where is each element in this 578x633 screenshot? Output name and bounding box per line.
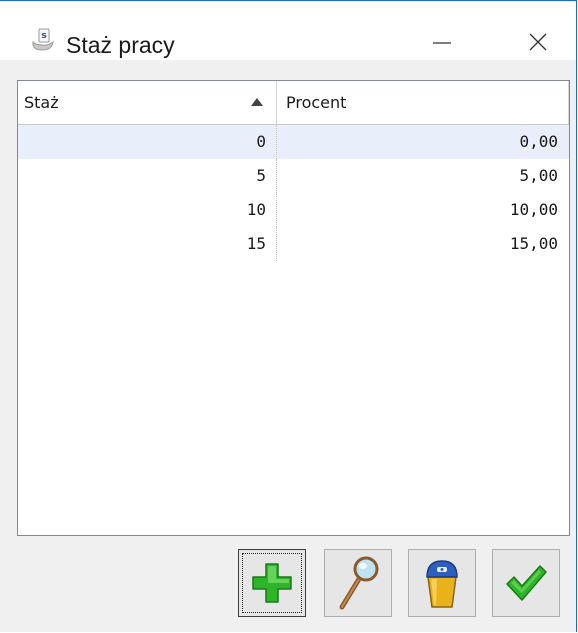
column-header-procent[interactable]: Procent <box>277 81 569 124</box>
procent-cell: 5,00 <box>519 166 558 185</box>
procent-cell: 10,00 <box>509 200 558 219</box>
close-button[interactable] <box>512 22 564 62</box>
add-button[interactable] <box>238 549 306 617</box>
column-header-staz[interactable]: Staż <box>18 81 277 124</box>
app-icon: s <box>30 28 56 52</box>
table-row[interactable]: 10 10,00 <box>18 193 569 227</box>
close-icon <box>529 33 547 51</box>
view-button[interactable] <box>324 549 392 617</box>
svg-text:s: s <box>41 31 46 41</box>
procent-cell: 15,00 <box>509 234 558 253</box>
table-body: 0 0,00 5 5,00 10 10,00 15 15,00 <box>18 125 569 261</box>
dialog-window: s Staż pracy Staż Procent 0 0,00 5 5,00 … <box>0 0 577 632</box>
staz-cell: 10 <box>18 193 277 227</box>
focus-rectangle <box>242 553 302 613</box>
table-row[interactable]: 5 5,00 <box>18 159 569 193</box>
staz-cell: 5 <box>18 159 277 193</box>
sort-ascending-icon <box>251 98 263 106</box>
ok-button[interactable] <box>492 549 560 617</box>
column-header-label: Staż <box>24 93 59 112</box>
delete-button[interactable] <box>408 549 476 617</box>
procent-cell: 0,00 <box>519 132 558 151</box>
title-bar: s Staż pracy <box>0 2 576 60</box>
minimize-icon <box>433 42 451 44</box>
magnifier-icon <box>339 556 379 610</box>
checkmark-icon <box>506 565 547 601</box>
table-row[interactable]: 0 0,00 <box>18 125 569 159</box>
trash-bin-icon <box>426 560 458 608</box>
minimize-button[interactable] <box>416 22 468 62</box>
staz-table[interactable]: Staż Procent 0 0,00 5 5,00 10 10,00 15 1… <box>17 80 570 536</box>
table-row[interactable]: 15 15,00 <box>18 227 569 261</box>
window-title: Staż pracy <box>66 32 175 58</box>
staz-cell: 0 <box>18 125 277 159</box>
column-header-label: Procent <box>286 93 347 112</box>
table-header: Staż Procent <box>18 81 569 125</box>
staz-cell: 15 <box>18 227 277 261</box>
